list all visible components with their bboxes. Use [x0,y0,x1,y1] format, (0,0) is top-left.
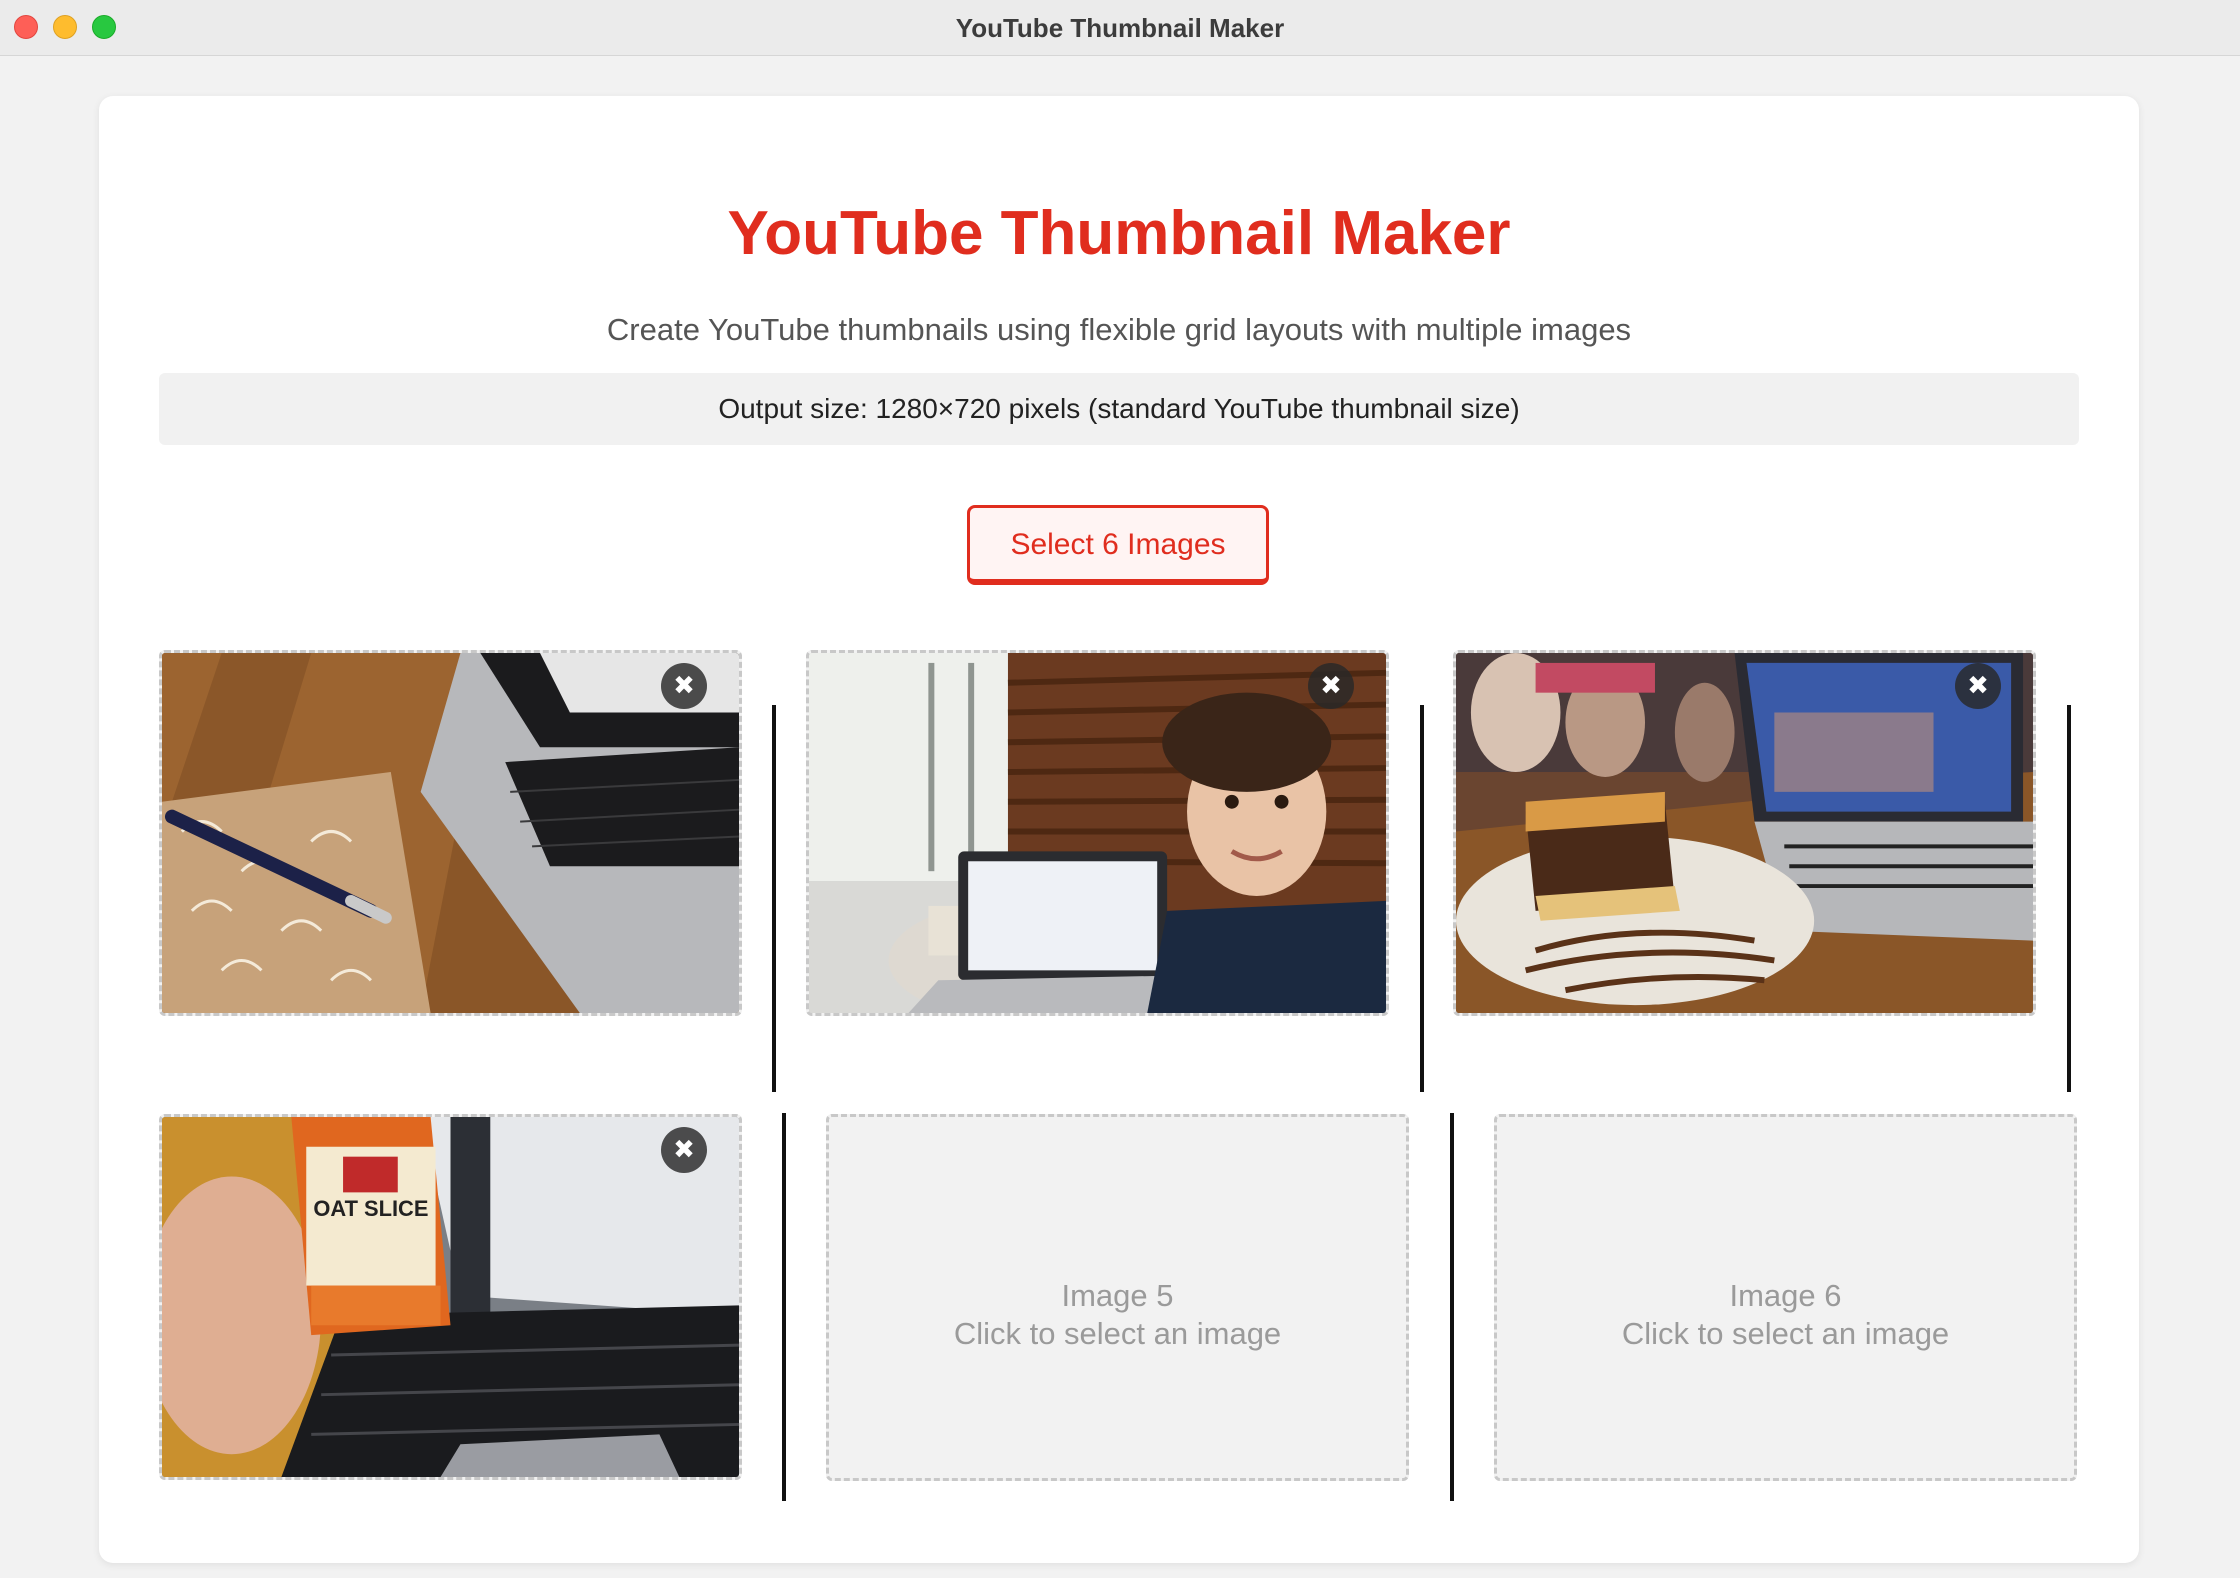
empty-slot-hint: Click to select an image [953,1316,1282,1351]
image-slot-3[interactable]: ✖ [1453,650,2036,1016]
grid-divider[interactable] [1420,705,1424,1092]
app-content: YouTube Thumbnail Maker Create YouTube t… [0,57,2240,1578]
remove-image-4-button[interactable]: ✖ [661,1127,707,1173]
photo-selfie-cafe [809,653,1386,1013]
image-slot-1[interactable]: ✖ [159,650,742,1016]
photo-cake-laptop [1456,653,2033,1013]
image-slot-6[interactable]: Image 6 Click to select an image [1494,1114,2077,1481]
window-titlebar: YouTube Thumbnail Maker [0,0,2240,56]
oat-slice-package-label: OAT SLICE [313,1196,428,1221]
output-size-info: Output size: 1280×720 pixels (standard Y… [159,373,2079,445]
page-title: YouTube Thumbnail Maker [727,199,1511,268]
empty-slot-placeholder: Image 5 Click to select an image [829,1277,1406,1353]
select-images-button[interactable]: Select 6 Images [967,505,1269,585]
photo-oat-slice-bar: OAT SLICE [162,1117,739,1477]
grid-divider[interactable] [772,705,776,1092]
window-title: YouTube Thumbnail Maker [955,13,1285,43]
empty-slot-title: Image 5 [1061,1278,1174,1313]
image-slot-4[interactable]: OAT SLICE ✖ [159,1114,742,1480]
grid-divider[interactable] [782,1113,786,1501]
empty-slot-title: Image 6 [1729,1278,1842,1313]
image-slot-2[interactable]: ✖ [806,650,1389,1016]
remove-image-2-button[interactable]: ✖ [1308,663,1354,709]
grid-divider[interactable] [1450,1113,1454,1501]
grid-divider[interactable] [2067,705,2071,1092]
empty-slot-hint: Click to select an image [1621,1316,1950,1351]
photo-notebook-laptop [162,653,739,1013]
page-subtitle: Create YouTube thumbnails using flexible… [606,312,1632,347]
image-slot-5[interactable]: Image 5 Click to select an image [826,1114,1409,1481]
empty-slot-placeholder: Image 6 Click to select an image [1497,1277,2074,1353]
remove-image-3-button[interactable]: ✖ [1955,663,2001,709]
remove-image-1-button[interactable]: ✖ [661,663,707,709]
